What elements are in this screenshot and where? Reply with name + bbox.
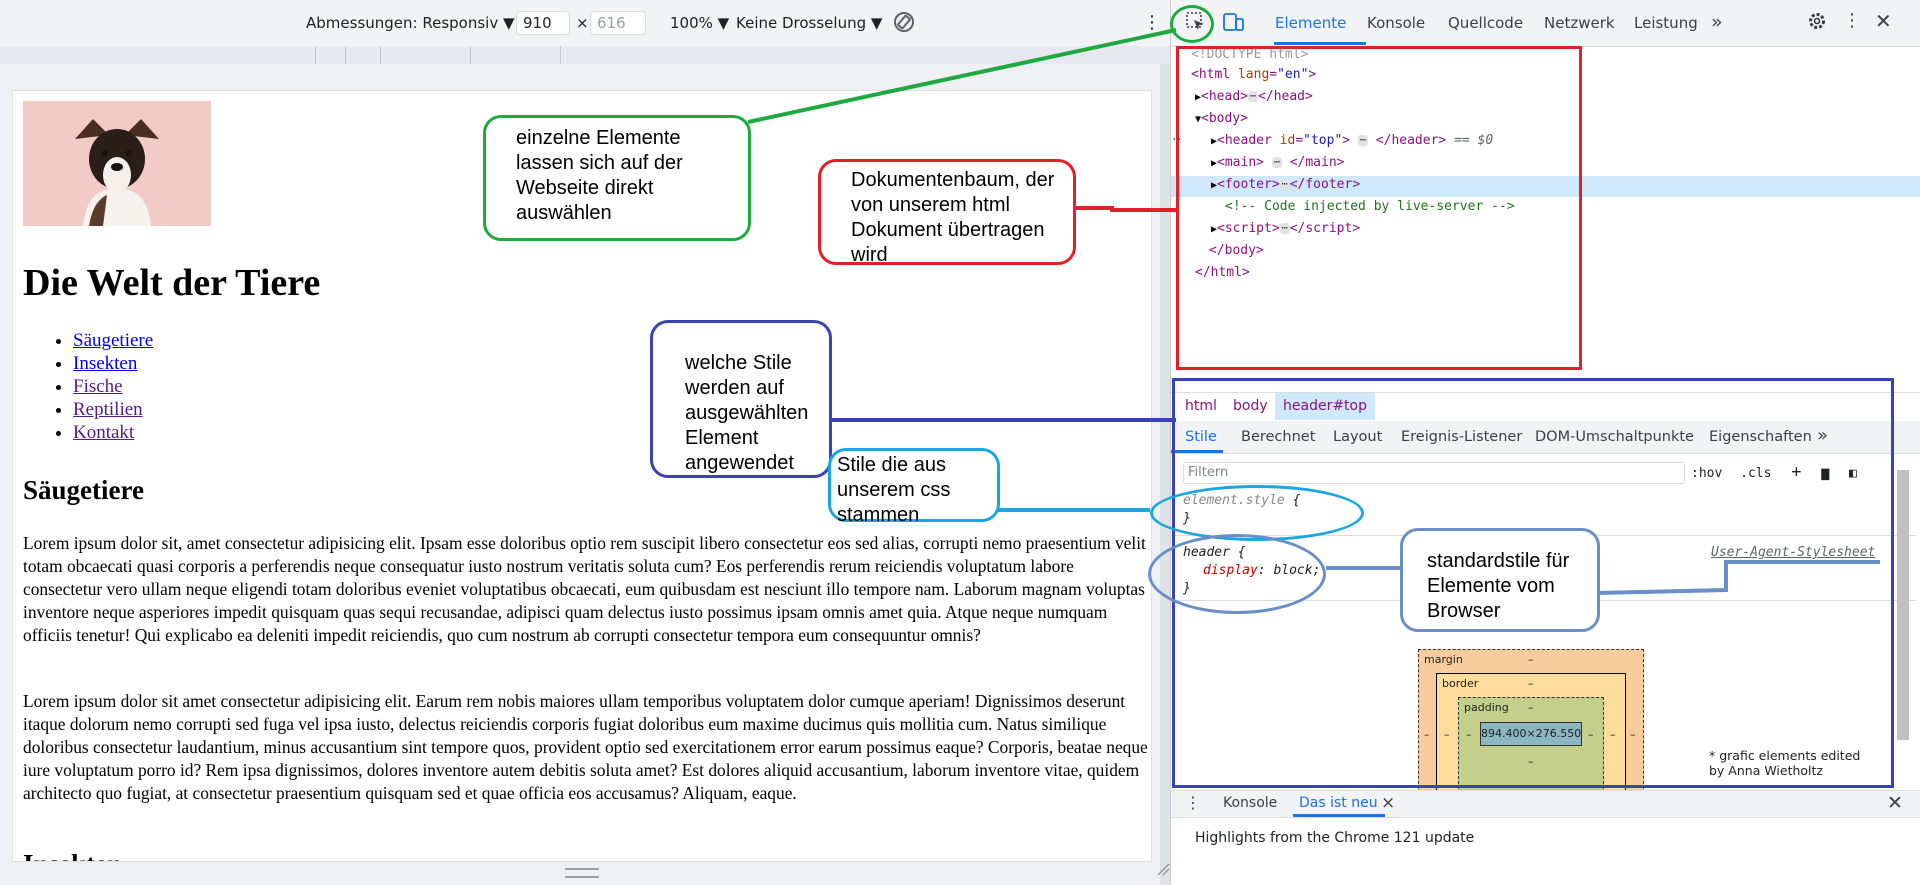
nav-link-kontakt[interactable]: Kontakt	[73, 422, 134, 443]
width-input[interactable]	[516, 11, 570, 35]
drawer-tabbar: ⋮ Konsole Das ist neu × ✕	[1171, 790, 1920, 818]
nav-list: Säugetiere Insekten Fische Reptilien Kon…	[23, 329, 153, 444]
more-tabs-icon[interactable]: »	[1711, 11, 1723, 33]
nav-link-fische[interactable]: Fische	[73, 376, 123, 397]
paragraph-1: Lorem ipsum dolor sit, amet consectetur …	[23, 533, 1146, 645]
more-options-icon[interactable]: ⋮	[1843, 10, 1861, 31]
drawer-tab-close-icon[interactable]: ×	[1381, 793, 1395, 813]
times-sign: ×	[576, 14, 589, 32]
drawer-menu-icon[interactable]: ⋮	[1185, 793, 1201, 812]
callout-cyan: Stile die aus unserem css stammen	[828, 448, 1000, 526]
rotate-icon[interactable]	[892, 10, 916, 38]
paragraph-2: Lorem ipsum dolor sit amet consectetur a…	[23, 691, 1148, 803]
section-title-saeugetiere: Säugetiere	[23, 475, 144, 505]
drawer-tab-das-ist-neu[interactable]: Das ist neu	[1299, 795, 1378, 811]
nav-item: Kontakt	[73, 421, 153, 444]
cyan-element-style-ring	[1150, 485, 1364, 541]
nav-item: Reptilien	[73, 398, 153, 421]
throttle-dropdown[interactable]: Keine Drosselung ▼	[736, 14, 882, 32]
section-title-insekten: Insekten	[23, 849, 122, 861]
callout-green: einzelne Elemente lassen sich auf der We…	[483, 115, 751, 241]
dog-image	[23, 101, 211, 226]
steel-header-rule-ring	[1148, 534, 1326, 614]
nav-item: Insekten	[73, 352, 153, 375]
whats-new-headline[interactable]: Highlights from the Chrome 121 update	[1195, 830, 1474, 846]
nav-link-insekten[interactable]: Insekten	[73, 353, 137, 374]
tab-quellcode[interactable]: Quellcode	[1448, 14, 1523, 32]
callout-steel: standardstile für Elemente vom Browser	[1400, 528, 1600, 632]
throttle-label: Keine Drosselung	[736, 14, 867, 32]
gear-icon[interactable]	[1807, 11, 1827, 35]
device-toolbar: Abmessungen: Responsiv ▼ × 100% ▼ Keine …	[0, 0, 1170, 47]
tab-konsole[interactable]: Konsole	[1367, 14, 1425, 32]
callout-navy: welche Stile werden auf ausgewählten Ele…	[650, 320, 832, 478]
devtools-drawer: ⋮ Konsole Das ist neu × ✕ Highlights fro…	[1171, 790, 1920, 885]
viewport-side-handle[interactable]	[1160, 64, 1170, 885]
nav-item: Fische	[73, 375, 153, 398]
dimensions-label: Abmessungen: Responsiv	[306, 14, 499, 32]
active-drawer-tab-indicator	[1293, 814, 1385, 817]
close-icon[interactable]: ✕	[1875, 9, 1892, 33]
resize-corner-icon[interactable]	[1156, 862, 1170, 876]
tab-leistung[interactable]: Leistung	[1634, 14, 1698, 32]
height-input[interactable]	[590, 11, 646, 35]
nav-link-reptilien[interactable]: Reptilien	[73, 399, 143, 420]
drawer-close-icon[interactable]: ✕	[1887, 792, 1903, 814]
media-query-ruler	[0, 46, 1170, 65]
callout-red: Dokumentenbaum, der von unserem html Dok…	[818, 159, 1076, 266]
red-dom-frame	[1176, 46, 1582, 370]
drawer-tab-konsole[interactable]: Konsole	[1223, 795, 1277, 811]
device-toggle-icon[interactable]	[1221, 11, 1245, 37]
green-highlight-ring	[1170, 5, 1214, 43]
caret-down-icon: ▼	[717, 14, 730, 32]
dimensions-dropdown[interactable]: Abmessungen: Responsiv ▼	[306, 14, 515, 32]
zoom-dropdown[interactable]: 100% ▼	[670, 14, 729, 32]
caret-down-icon: ▼	[502, 14, 515, 32]
zoom-label: 100%	[670, 14, 713, 32]
page-title: Die Welt der Tiere	[23, 262, 321, 304]
viewport-resize-handle[interactable]	[565, 868, 599, 878]
devtools-tabbar: Elemente Konsole Quellcode Netzwerk Leis…	[1171, 0, 1920, 47]
nav-item: Säugetiere	[73, 329, 153, 352]
styles-scrollbar[interactable]	[1897, 470, 1909, 740]
tab-netzwerk[interactable]: Netzwerk	[1544, 14, 1615, 32]
caret-down-icon: ▼	[870, 14, 883, 32]
tab-elemente[interactable]: Elemente	[1275, 14, 1346, 32]
nav-link-saeugetiere[interactable]: Säugetiere	[73, 330, 153, 351]
more-options-icon[interactable]: ⋮	[1143, 12, 1161, 33]
